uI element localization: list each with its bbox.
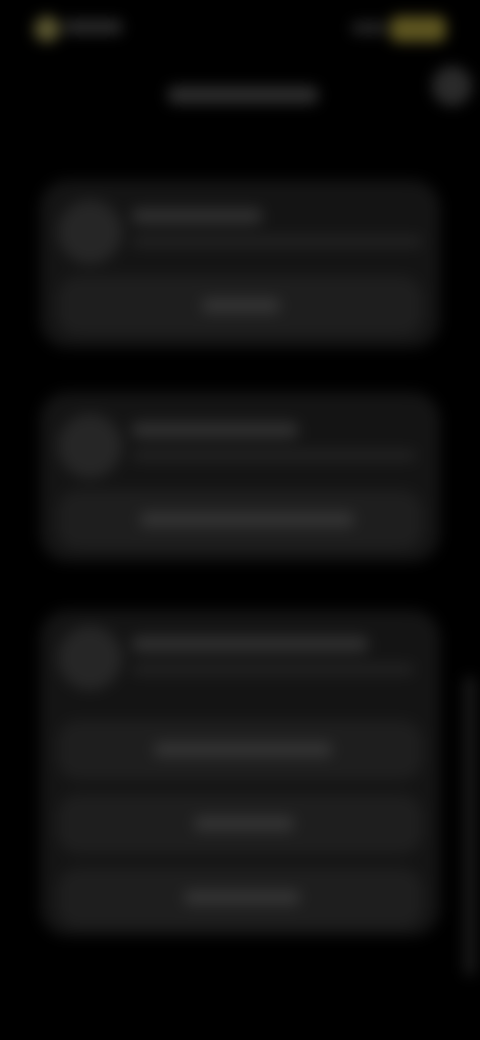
card-3-subtitle (132, 664, 414, 675)
card-3-button-3-label (184, 890, 300, 905)
page-title (168, 86, 318, 104)
signal-icon (352, 22, 386, 34)
card-3-button-2[interactable] (58, 794, 422, 854)
card-2 (40, 392, 440, 562)
card-3-icon (58, 626, 122, 690)
card-1-icon (58, 200, 122, 264)
card-3-title (132, 636, 368, 652)
card-2-title (132, 422, 298, 438)
card-2-subtitle (132, 450, 416, 461)
card-3-button-1[interactable] (58, 720, 422, 780)
card-2-button-label (140, 512, 354, 527)
status-indicator-icon (34, 16, 60, 42)
scrollbar[interactable] (464, 676, 476, 976)
card-1-button-label (202, 298, 280, 313)
card-1-title (132, 208, 262, 224)
card-2-icon (58, 414, 122, 478)
card-1 (40, 180, 440, 348)
menu-icon[interactable] (432, 66, 472, 106)
card-1-button[interactable] (58, 276, 422, 336)
card-3-button-1-label (154, 742, 332, 757)
card-3 (40, 610, 440, 936)
card-1-subtitle (132, 236, 422, 247)
card-3-button-3[interactable] (58, 868, 422, 928)
status-bar (0, 0, 480, 56)
battery-icon (390, 16, 446, 42)
screen (0, 0, 480, 1040)
header (0, 60, 480, 130)
card-2-button[interactable] (58, 490, 422, 550)
status-time (64, 20, 122, 34)
card-3-button-2-label (194, 816, 294, 831)
